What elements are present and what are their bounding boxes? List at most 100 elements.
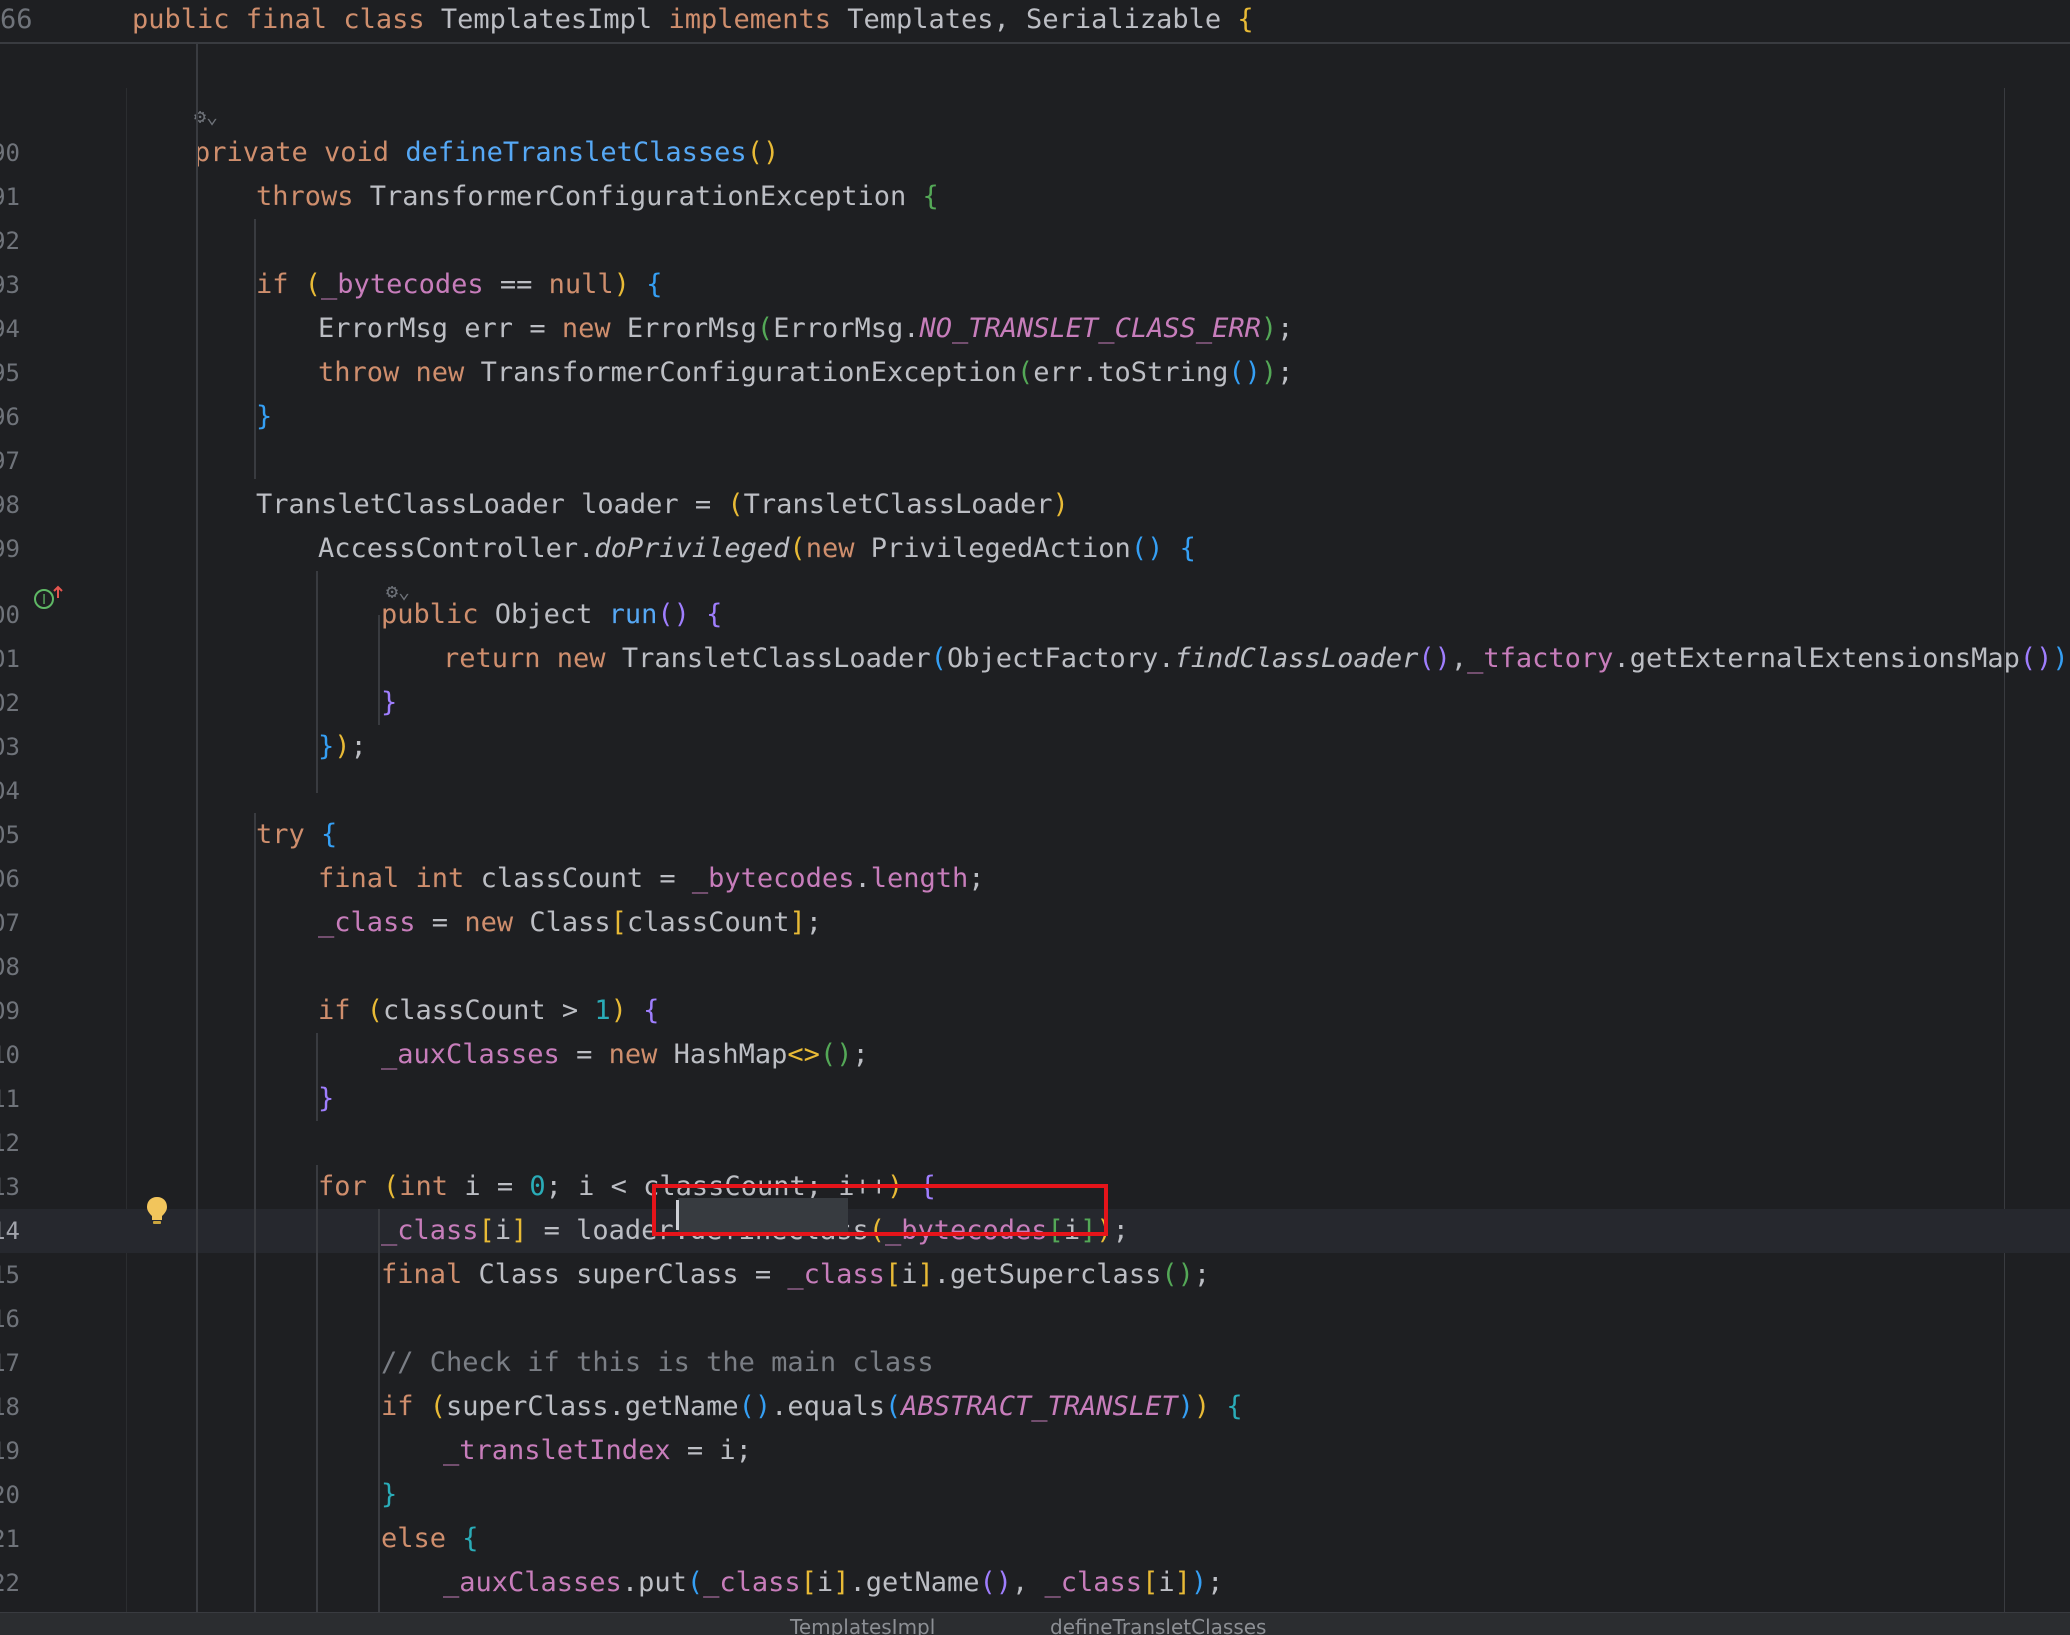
code-line[interactable]: 99 AccessController.doPrivileged(new Priv… bbox=[0, 527, 2070, 571]
annotation-highlight-box bbox=[652, 1184, 1108, 1236]
line-number: 07 bbox=[0, 909, 20, 937]
code-line[interactable]: 04 bbox=[0, 769, 2070, 813]
code-line[interactable]: 96} bbox=[0, 395, 2070, 439]
code-line[interactable]: 93 if (_bytecodes == null) { bbox=[0, 263, 2070, 307]
lightbulb-icon[interactable] bbox=[146, 1196, 168, 1226]
code-line[interactable]: 98 TransletClassLoader loader = (Translet… bbox=[0, 483, 2070, 527]
code-token: () bbox=[819, 1039, 853, 1070]
code-line[interactable]: 16 bbox=[0, 1297, 2070, 1341]
line-number: 12 bbox=[0, 1129, 20, 1157]
line-number: 00 bbox=[0, 601, 20, 629]
code-token: implements bbox=[668, 4, 848, 35]
code-text: } bbox=[318, 1077, 334, 1121]
code-line[interactable]: 20} bbox=[0, 1473, 2070, 1517]
code-token: NO_TRANSLET_CLASS_ERR bbox=[919, 313, 1261, 344]
code-token: ( bbox=[930, 643, 947, 674]
code-line[interactable]: ⚙⌄ bbox=[0, 571, 2070, 603]
code-line[interactable]: 12 bbox=[0, 1121, 2070, 1165]
code-token: ( bbox=[756, 313, 774, 344]
code-line[interactable]: 09 if (classCount > 1) { bbox=[0, 989, 2070, 1033]
indent-guide bbox=[316, 1033, 318, 1121]
code-line[interactable]: 19 _transletIndex = i; bbox=[0, 1429, 2070, 1473]
code-token: == bbox=[483, 269, 549, 300]
code-token: { bbox=[1179, 533, 1196, 564]
code-line[interactable]: 06 final int classCount = _bytecodes.leng… bbox=[0, 857, 2070, 901]
code-text: if (superClass.getName().equals(ABSTRACT… bbox=[381, 1385, 1243, 1429]
code-token: TemplatesImpl bbox=[440, 4, 669, 35]
code-token: // Check if this is the main class bbox=[381, 1347, 934, 1378]
code-line[interactable]: ⚙⌄ bbox=[0, 88, 2070, 128]
line-number: 90 bbox=[0, 139, 20, 167]
code-token: { bbox=[646, 269, 663, 300]
code-token: TransformerConfigurationException bbox=[369, 181, 923, 212]
code-line[interactable]: 11} bbox=[0, 1077, 2070, 1121]
code-line[interactable] bbox=[0, 44, 2070, 88]
code-token: findClassLoader bbox=[1174, 643, 1419, 674]
code-token: run bbox=[608, 599, 658, 630]
code-token: Templates, Serializable bbox=[847, 4, 1238, 35]
indent-guide bbox=[254, 813, 256, 1612]
code-line[interactable]: 21 else { bbox=[0, 1517, 2070, 1561]
code-line[interactable]: 92 bbox=[0, 219, 2070, 263]
code-token: Class superClass = bbox=[478, 1259, 788, 1290]
code-line[interactable]: 03}); bbox=[0, 725, 2070, 769]
code-line[interactable]: 08 bbox=[0, 945, 2070, 989]
line-number: 96 bbox=[0, 403, 20, 431]
code-token: ) bbox=[1260, 313, 1278, 344]
code-token: ) bbox=[2052, 643, 2069, 674]
code-text: } bbox=[256, 395, 272, 439]
code-token: () bbox=[657, 599, 707, 630]
code-text: TransletClassLoader loader = (TransletCl… bbox=[256, 483, 1069, 527]
code-token: ; bbox=[1277, 313, 1294, 344]
code-line[interactable]: 18if (superClass.getName().equals(ABSTRA… bbox=[0, 1385, 2070, 1429]
code-line[interactable]: 91 throws TransformerConfigurationExcepti… bbox=[0, 175, 2070, 219]
code-text: // Check if this is the main class bbox=[381, 1341, 934, 1385]
code-token: , bbox=[1012, 1567, 1045, 1598]
code-line[interactable]: 94 ErrorMsg err = new ErrorMsg(ErrorMsg.N… bbox=[0, 307, 2070, 351]
code-editor[interactable]: ⚙⌄90private void defineTransletClasses()… bbox=[0, 44, 2070, 1612]
breadcrumb-class[interactable]: TemplatesImpl bbox=[790, 1615, 935, 1635]
line-number: 21 bbox=[0, 1525, 20, 1553]
code-token: length bbox=[870, 863, 969, 894]
code-token: superClass.getName bbox=[446, 1391, 739, 1422]
code-token: = bbox=[559, 1039, 609, 1070]
code-line[interactable]: 02} bbox=[0, 681, 2070, 725]
code-token: ; bbox=[1112, 1215, 1129, 1246]
line-number: 94 bbox=[0, 315, 20, 343]
code-line[interactable]: 00 public Object run() { bbox=[0, 593, 2070, 637]
code-token: int bbox=[399, 1171, 465, 1202]
code-token: try bbox=[256, 819, 322, 850]
code-line[interactable]: 01 return new TransletClassLoader(ObjectF… bbox=[0, 637, 2070, 681]
code-token: ) bbox=[610, 995, 644, 1026]
code-token: { bbox=[643, 995, 660, 1026]
code-line[interactable]: 05 try { bbox=[0, 813, 2070, 857]
code-text: final Class superClass = _class[i].getSu… bbox=[381, 1253, 1210, 1297]
code-line[interactable]: 17 // Check if this is the main class bbox=[0, 1341, 2070, 1385]
code-text: _auxClasses.put(_class[i].getName(), _cl… bbox=[443, 1561, 1223, 1605]
code-line[interactable]: 97 bbox=[0, 439, 2070, 483]
code-line[interactable]: 07 _class = new Class[classCount]; bbox=[0, 901, 2070, 945]
code-line[interactable]: 10 _auxClasses = new HashMap<>(); bbox=[0, 1033, 2070, 1077]
sticky-class-header[interactable]: 66 public final class TemplatesImpl impl… bbox=[0, 0, 2070, 44]
line-number: 10 bbox=[0, 1041, 20, 1069]
breadcrumb-method[interactable]: defineTransletClasses bbox=[1050, 1615, 1266, 1635]
code-token: <> bbox=[787, 1039, 820, 1070]
code-line[interactable]: 95 throw new TransformerConfigurationExce… bbox=[0, 351, 2070, 395]
code-text: if (_bytecodes == null) { bbox=[256, 263, 662, 307]
code-line[interactable]: 22_auxClasses.put(_class[i].getName(), _… bbox=[0, 1561, 2070, 1605]
code-text: try { bbox=[256, 813, 337, 857]
code-token: ) bbox=[1190, 1567, 1208, 1598]
code-line[interactable]: 15 final Class superClass = _class[i].get… bbox=[0, 1253, 2070, 1297]
code-token: new bbox=[561, 313, 627, 344]
code-token: HashMap bbox=[673, 1039, 788, 1070]
code-token: public bbox=[381, 599, 495, 630]
code-token: final bbox=[381, 1259, 479, 1290]
line-number: 15 bbox=[0, 1261, 20, 1289]
code-token: ) bbox=[1260, 357, 1278, 388]
code-token: [ bbox=[610, 907, 627, 938]
code-token: _tfactory bbox=[1467, 643, 1614, 674]
implements-method-icon[interactable]: I bbox=[32, 584, 66, 612]
code-text: AccessController.doPrivileged(new Privil… bbox=[318, 527, 1196, 571]
line-number: 99 bbox=[0, 535, 20, 563]
code-line[interactable]: 90 private void defineTransletClasses() bbox=[0, 131, 2070, 175]
